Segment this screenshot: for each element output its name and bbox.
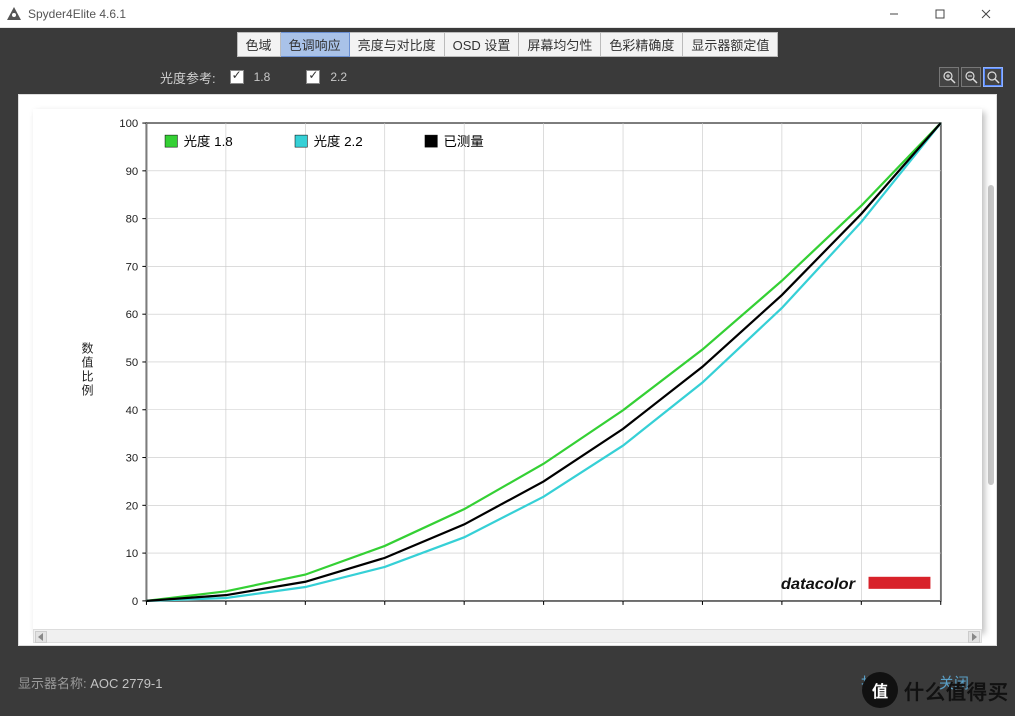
display-name-label: 显示器名称:: [18, 676, 90, 691]
svg-text:80: 80: [126, 214, 139, 226]
minimize-button[interactable]: [871, 0, 917, 28]
tone-response-chart: 0 10 20 30 40 50 60 70 80 90 100 光度 1.8 光度 2.2 已测量 dat…: [33, 109, 982, 631]
svg-text:70: 70: [126, 262, 139, 274]
gamma-1-8-label: 1.8: [254, 70, 271, 84]
chart-canvas: 数值比例 0102030405060708090100光度 1.8光度 2.2已…: [33, 109, 982, 631]
svg-text:datacolor: datacolor: [781, 575, 857, 593]
tab-2[interactable]: 亮度与对比度: [350, 32, 445, 57]
tab-3[interactable]: OSD 设置: [445, 32, 520, 57]
watermark-badge: 值: [862, 672, 898, 708]
svg-text:30: 30: [126, 453, 139, 465]
svg-text:已测量: 已测量: [444, 134, 484, 149]
svg-text:50: 50: [126, 357, 139, 369]
vertical-scrollbar[interactable]: [988, 185, 994, 485]
svg-text:60: 60: [126, 309, 139, 321]
svg-text:10: 10: [126, 548, 139, 560]
app-icon: [6, 6, 22, 22]
svg-text:100: 100: [119, 118, 138, 130]
gamma-reference-label: 光度参考:: [160, 68, 216, 87]
horizontal-scrollbar[interactable]: [33, 629, 982, 643]
bottom-bar: 显示器名称: AOC 2779-1 打印 关闭: [18, 662, 997, 702]
titlebar: Spyder4Elite 4.6.1: [0, 0, 1015, 28]
tab-4[interactable]: 屏幕均匀性: [519, 32, 601, 57]
maximize-button[interactable]: [917, 0, 963, 28]
watermark-text: 什么值得买: [904, 676, 1009, 705]
zoom-reset-icon[interactable]: [983, 67, 1003, 87]
chart-panel: 数值比例 0102030405060708090100光度 1.8光度 2.2已…: [18, 94, 997, 646]
tab-5[interactable]: 色彩精确度: [601, 32, 683, 57]
svg-text:光度 1.8: 光度 1.8: [184, 134, 233, 149]
gamma-2-2-label: 2.2: [330, 70, 347, 84]
display-name-row: 显示器名称: AOC 2779-1: [18, 673, 163, 692]
window-controls: [871, 0, 1009, 28]
close-window-button[interactable]: [963, 0, 1009, 28]
svg-text:90: 90: [126, 166, 139, 178]
app-frame: 色域色调响应亮度与对比度OSD 设置屏幕均匀性色彩精确度显示器额定值 光度参考:…: [0, 28, 1015, 716]
window-title: Spyder4Elite 4.6.1: [28, 7, 871, 21]
tab-6[interactable]: 显示器额定值: [683, 32, 778, 57]
scroll-right-icon[interactable]: [968, 631, 980, 643]
watermark: 值 什么值得买: [862, 672, 1009, 708]
scroll-left-icon[interactable]: [35, 631, 47, 643]
options-row: 光度参考: 1.8 2.2: [0, 57, 1015, 93]
zoom-out-icon[interactable]: [961, 67, 981, 87]
svg-text:0: 0: [132, 596, 138, 608]
svg-text:20: 20: [126, 500, 139, 512]
gamma-1-8-checkbox[interactable]: [230, 70, 244, 84]
gamma-2-2-checkbox[interactable]: [306, 70, 320, 84]
tab-0[interactable]: 色域: [237, 32, 281, 57]
zoom-in-icon[interactable]: [939, 67, 959, 87]
zoom-tools: [939, 67, 1003, 87]
tab-row: 色域色调响应亮度与对比度OSD 设置屏幕均匀性色彩精确度显示器额定值: [0, 28, 1015, 57]
display-name-value: AOC 2779-1: [90, 676, 162, 691]
svg-text:光度 2.2: 光度 2.2: [314, 134, 363, 149]
tab-1[interactable]: 色调响应: [281, 32, 350, 57]
svg-text:40: 40: [126, 405, 139, 417]
